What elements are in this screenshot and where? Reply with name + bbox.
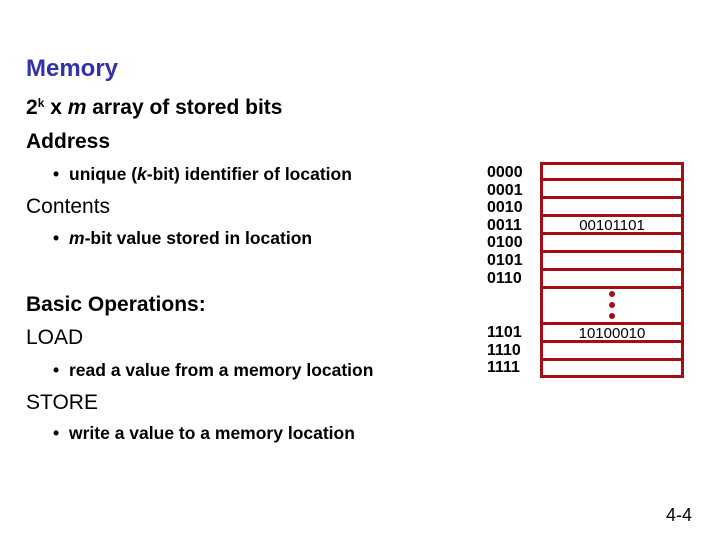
contents-bullet-m: m xyxy=(69,228,85,248)
store-bullet: • write a value to a memory location xyxy=(53,423,355,444)
bullet-icon: • xyxy=(53,228,60,248)
address-label: 0100 xyxy=(487,234,523,252)
bullet-icon: • xyxy=(53,423,60,443)
array-base: 2 xyxy=(26,96,38,119)
contents-heading: Contents xyxy=(26,195,111,218)
array-rest: array of stored bits xyxy=(86,96,283,119)
address-heading: Address xyxy=(26,130,111,153)
address-label: 0010 xyxy=(487,199,523,217)
address-labels-bottom: 1101 1110 1111 xyxy=(487,324,522,377)
memory-row-divider xyxy=(540,268,684,271)
address-label: 1111 xyxy=(487,359,520,377)
memory-row-divider xyxy=(540,250,684,253)
array-m: m xyxy=(67,96,87,119)
ellipsis-dot-icon xyxy=(609,313,615,319)
bullet-icon: • xyxy=(53,360,60,380)
array-description: 2k x m array of stored bits xyxy=(26,96,282,120)
memory-cell-value-0011: 00101101 xyxy=(579,217,645,234)
page-number: 4-4 xyxy=(666,505,693,525)
contents-bullet: • m-bit value stored in location xyxy=(53,228,312,249)
memory-row-divider xyxy=(540,178,684,181)
ellipsis-dot-icon xyxy=(609,291,615,297)
memory-cell-value-1101: 10100010 xyxy=(578,325,646,342)
address-bullet-text-1: unique ( xyxy=(69,164,138,184)
address-bullet-text-2: -bit) identifier of location xyxy=(146,164,352,184)
address-bullet: • unique (k-bit) identifier of location xyxy=(53,164,352,185)
address-label: 1110 xyxy=(487,341,521,359)
store-heading: STORE xyxy=(26,391,98,414)
address-label: 0001 xyxy=(487,181,523,199)
basic-operations-heading: Basic Operations: xyxy=(26,293,206,316)
address-label: 0101 xyxy=(487,251,523,269)
address-label: 0000 xyxy=(487,164,523,181)
memory-row-divider xyxy=(540,358,684,361)
memory-row-divider xyxy=(540,286,684,289)
contents-bullet-text: -bit value stored in location xyxy=(84,228,313,248)
load-bullet: • read a value from a memory location xyxy=(53,360,373,381)
address-labels-top: 0000 0001 0010 0011 0100 0101 0110 xyxy=(487,164,523,287)
address-label: 0110 xyxy=(487,269,522,287)
array-times: x xyxy=(44,96,68,119)
load-bullet-text: read a value from a memory location xyxy=(69,360,374,380)
address-label: 0011 xyxy=(487,216,522,234)
ellipsis-dot-icon xyxy=(609,302,615,308)
address-label: 1101 xyxy=(487,324,522,341)
bullet-icon: • xyxy=(53,164,60,184)
slide-title: Memory xyxy=(26,55,119,82)
memory-row-divider xyxy=(540,196,684,199)
address-bullet-k: k xyxy=(137,164,147,184)
load-heading: LOAD xyxy=(26,326,84,349)
store-bullet-text: write a value to a memory location xyxy=(69,423,355,443)
